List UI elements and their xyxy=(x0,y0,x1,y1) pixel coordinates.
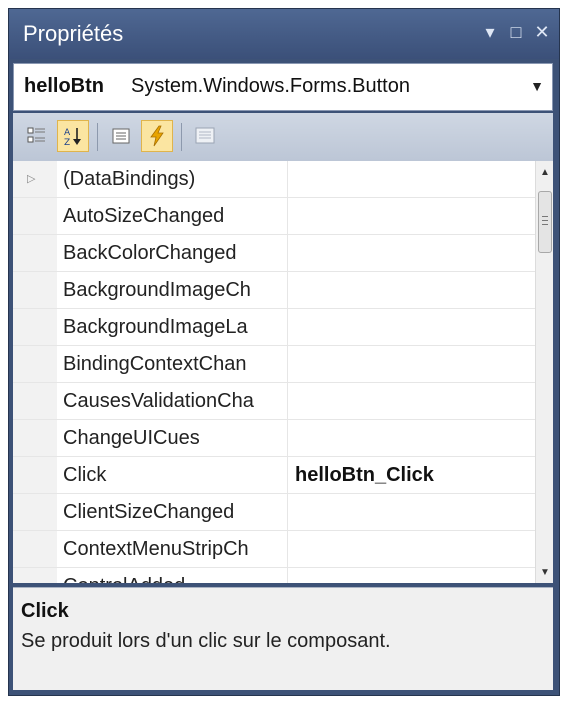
toolbar: A Z xyxy=(13,113,553,161)
description-title: Click xyxy=(21,600,69,622)
column-divider xyxy=(287,420,288,457)
column-divider xyxy=(287,235,288,272)
grid-row[interactable]: AutoSizeChanged xyxy=(13,198,535,235)
scroll-thumb[interactable] xyxy=(538,191,552,253)
maximize-icon[interactable]: □ xyxy=(503,19,529,45)
object-selector[interactable]: helloBtn System.Windows.Forms.Button ▼ xyxy=(13,63,553,111)
lightning-icon xyxy=(150,125,164,147)
scroll-up-icon[interactable]: ▲ xyxy=(536,161,553,183)
column-divider xyxy=(287,272,288,309)
grip-line xyxy=(542,220,548,221)
column-divider xyxy=(287,198,288,235)
sort-az-icon: A Z xyxy=(64,128,81,147)
property-pages-button[interactable] xyxy=(189,120,221,152)
property-name: BindingContextChan xyxy=(63,353,247,375)
svg-text:A: A xyxy=(64,128,71,138)
toolbar-separator xyxy=(97,123,98,151)
grid-row[interactable]: ContextMenuStripCh xyxy=(13,531,535,568)
column-divider xyxy=(287,457,288,494)
close-icon[interactable]: ✕ xyxy=(529,19,555,45)
object-type: System.Windows.Forms.Button xyxy=(131,75,410,97)
property-value[interactable]: helloBtn_Click xyxy=(295,464,531,487)
property-name: (DataBindings) xyxy=(63,168,196,190)
property-name: BackColorChanged xyxy=(63,242,237,264)
grid-row[interactable]: CausesValidationCha xyxy=(13,383,535,420)
events-button[interactable] xyxy=(141,120,173,152)
property-name: ContextMenuStripCh xyxy=(63,538,249,560)
property-name: ClientSizeChanged xyxy=(63,501,235,523)
chevron-down-icon[interactable]: ▼ xyxy=(530,78,544,94)
column-divider xyxy=(287,494,288,531)
categorized-button[interactable] xyxy=(21,120,53,152)
expand-icon[interactable]: ▷ xyxy=(27,172,35,185)
column-divider xyxy=(287,161,288,198)
grid-row[interactable]: ChangeUICues xyxy=(13,420,535,457)
alphabetical-button[interactable]: A Z xyxy=(57,120,89,152)
object-name: helloBtn xyxy=(24,75,104,97)
grid-row[interactable]: BackgroundImageLa xyxy=(13,309,535,346)
description-panel: Click Se produit lors d'un clic sur le c… xyxy=(13,587,553,690)
toolbar-separator xyxy=(181,123,182,151)
property-name: BackgroundImageLa xyxy=(63,316,248,338)
grid-row[interactable]: ▷ (DataBindings) xyxy=(13,161,535,198)
grid-row[interactable]: ControlAdded xyxy=(13,568,535,583)
properties-window: Propriétés ▾ □ ✕ helloBtn System.Windows… xyxy=(8,8,560,696)
grid-row[interactable]: Click helloBtn_Click xyxy=(13,457,535,494)
property-name: Click xyxy=(63,464,107,486)
property-grid: ▷ (DataBindings) AutoSizeChanged BackCol… xyxy=(13,161,553,583)
property-name: BackgroundImageCh xyxy=(63,279,251,301)
grid-row[interactable]: BackColorChanged xyxy=(13,235,535,272)
svg-text:Z: Z xyxy=(64,138,70,147)
vertical-scrollbar[interactable]: ▲ ▼ xyxy=(535,161,553,583)
categorized-icon xyxy=(27,127,45,143)
property-name: CausesValidationCha xyxy=(63,390,254,412)
grip-line xyxy=(542,216,548,217)
grid-row[interactable]: BackgroundImageCh xyxy=(13,272,535,309)
property-pages-icon xyxy=(195,127,215,144)
dropdown-menu-icon[interactable]: ▾ xyxy=(477,19,503,45)
window-title: Propriétés xyxy=(23,21,124,46)
column-divider xyxy=(287,568,288,583)
column-divider xyxy=(287,309,288,346)
property-name: AutoSizeChanged xyxy=(63,205,225,227)
description-text: Se produit lors d'un clic sur le composa… xyxy=(21,630,391,652)
column-divider xyxy=(287,531,288,568)
column-divider xyxy=(287,346,288,383)
title-bar: Propriétés ▾ □ ✕ xyxy=(9,9,559,59)
properties-list-icon xyxy=(112,128,130,144)
property-name: ChangeUICues xyxy=(63,427,200,449)
grip-line xyxy=(542,224,548,225)
grid-row[interactable]: BindingContextChan xyxy=(13,346,535,383)
properties-button[interactable] xyxy=(105,120,137,152)
property-name: ControlAdded xyxy=(63,575,283,583)
column-divider xyxy=(287,383,288,420)
grid-row[interactable]: ClientSizeChanged xyxy=(13,494,535,531)
scroll-down-icon[interactable]: ▼ xyxy=(536,561,553,583)
